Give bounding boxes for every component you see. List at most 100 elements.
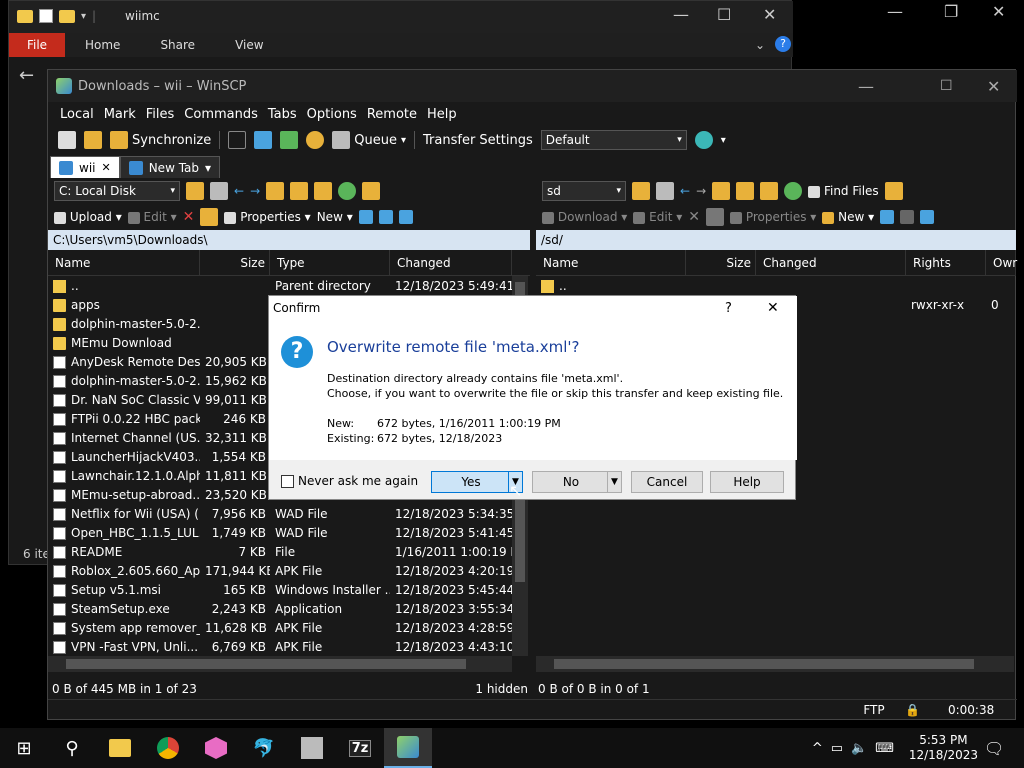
chevron-down-icon[interactable]: ▾ xyxy=(721,135,726,146)
remote-path[interactable]: /sd/ xyxy=(536,230,1016,250)
filter-funnel-icon[interactable] xyxy=(398,210,413,224)
chevron-down-icon[interactable]: ▾ xyxy=(81,11,86,22)
select-minus-icon[interactable] xyxy=(900,210,915,224)
taskbar-7zip[interactable]: 7z xyxy=(336,728,384,768)
delete-icon[interactable]: ✕ xyxy=(688,209,700,225)
local-horizontal-scrollbar[interactable] xyxy=(48,656,512,672)
ribbon-file-tab[interactable]: File xyxy=(9,33,65,57)
back-icon[interactable]: ← xyxy=(680,184,690,198)
taskbar-clock[interactable]: 5:53 PM 12/18/2023 xyxy=(909,733,978,763)
column-name[interactable]: Name xyxy=(48,250,200,275)
home-icon[interactable] xyxy=(314,182,333,200)
column-owner[interactable]: Owr xyxy=(986,250,1017,275)
tab-wii[interactable]: wii ✕ xyxy=(50,156,120,178)
notifications-icon[interactable]: 🗨 xyxy=(984,739,1004,758)
new-button[interactable]: New ▾ xyxy=(317,210,353,224)
root-dir-icon[interactable] xyxy=(290,182,309,200)
menu-local[interactable]: Local xyxy=(60,107,94,122)
ribbon-expand-icon[interactable]: ⌄ xyxy=(755,38,765,52)
start-button[interactable]: ⊞ xyxy=(0,728,48,768)
bg-minimize-icon[interactable]: — xyxy=(887,2,903,21)
menu-options[interactable]: Options xyxy=(307,107,357,122)
keyboard-icon[interactable]: ⌨ xyxy=(875,741,894,756)
select-minus-icon[interactable] xyxy=(378,210,393,224)
scroll-thumb[interactable] xyxy=(554,659,974,669)
back-arrow-icon[interactable]: ← xyxy=(19,65,34,86)
minimize-icon[interactable]: — xyxy=(858,77,874,96)
refresh-icon[interactable] xyxy=(338,182,357,200)
synchronize-button[interactable]: Synchronize xyxy=(110,131,211,149)
filter-icon[interactable] xyxy=(210,182,228,200)
no-button[interactable]: No ▼ xyxy=(532,471,622,493)
open-folder-icon[interactable] xyxy=(186,182,204,200)
download-button[interactable]: Download ▾ xyxy=(542,210,627,224)
tray-overflow-icon[interactable]: ^ xyxy=(812,741,823,756)
table-row[interactable]: Roblox_2.605.660_Ap... 171,944 KB APK File… xyxy=(48,561,530,580)
edit-button[interactable]: Edit ▾ xyxy=(633,210,682,224)
local-drive-select[interactable]: C: Local Disk ▾ xyxy=(54,181,180,201)
remote-dir-select[interactable]: sd ▾ xyxy=(542,181,626,201)
menu-tabs[interactable]: Tabs xyxy=(268,107,297,122)
column-rights[interactable]: Rights xyxy=(906,250,986,275)
table-row[interactable]: README 7 KB File 1/16/2011 1:00:19 PM xyxy=(48,542,530,561)
console-icon[interactable] xyxy=(58,131,76,149)
back-icon[interactable]: ← xyxy=(234,184,244,198)
remote-horizontal-scrollbar[interactable] xyxy=(536,656,1014,672)
table-row[interactable]: .. xyxy=(536,276,1016,295)
select-plus-icon[interactable] xyxy=(880,210,895,224)
hidden-count[interactable]: 1 hidden xyxy=(475,682,528,696)
cancel-button[interactable]: Cancel xyxy=(631,471,703,493)
select-plus-icon[interactable] xyxy=(358,210,373,224)
never-ask-checkbox[interactable]: Never ask me again xyxy=(281,474,418,488)
open-folder-icon[interactable] xyxy=(632,182,650,200)
rename-icon[interactable] xyxy=(705,208,724,226)
bg-restore-icon[interactable]: ❐ xyxy=(944,2,958,21)
queue-button[interactable]: Queue ▾ xyxy=(332,131,406,149)
column-changed[interactable]: Changed xyxy=(390,250,512,275)
close-icon[interactable]: ✕ xyxy=(763,5,776,24)
new-button[interactable]: New ▾ xyxy=(822,210,874,224)
bookmarks-icon[interactable] xyxy=(884,182,903,200)
search-button[interactable]: ⚲ xyxy=(48,728,96,768)
column-size[interactable]: Size xyxy=(200,250,270,275)
table-row[interactable]: .. Parent directory 12/18/2023 5:49:41 PM xyxy=(48,276,530,295)
table-row[interactable]: System app remover_... 11,628 KB APK File 1… xyxy=(48,618,530,637)
column-changed[interactable]: Changed xyxy=(756,250,906,275)
close-tab-icon[interactable]: ✕ xyxy=(101,161,110,174)
parent-dir-icon[interactable] xyxy=(712,182,731,200)
filter-icon[interactable] xyxy=(656,182,674,200)
menu-commands[interactable]: Commands xyxy=(184,107,258,122)
taskbar-app-gray[interactable] xyxy=(288,728,336,768)
table-row[interactable]: Netflix for Wii (USA) (... 7,956 KB WAD Fi… xyxy=(48,504,530,523)
properties-button[interactable]: Properties ▾ xyxy=(224,210,311,224)
taskbar-app-hex[interactable] xyxy=(192,728,240,768)
quick-access-toolbar[interactable]: ▾ | xyxy=(17,9,96,23)
column-name[interactable]: Name xyxy=(536,250,686,275)
taskbar-file-explorer[interactable] xyxy=(96,728,144,768)
bookmarks-icon[interactable] xyxy=(362,182,381,200)
root-dir-icon[interactable] xyxy=(736,182,755,200)
network-icon[interactable]: ▭ xyxy=(831,741,843,756)
menu-remote[interactable]: Remote xyxy=(367,107,417,122)
column-type[interactable]: Type xyxy=(270,250,390,275)
checkbox-box[interactable] xyxy=(281,474,294,488)
upload-button[interactable]: Upload ▾ xyxy=(54,210,122,224)
refresh-icon[interactable] xyxy=(280,131,299,149)
column-size[interactable]: Size xyxy=(686,250,756,275)
dialog-close-icon[interactable]: ✕ xyxy=(767,300,779,316)
volume-icon[interactable]: 🔈 xyxy=(851,741,867,756)
ribbon-tab-share[interactable]: Share xyxy=(140,38,215,52)
tab-new-tab[interactable]: New Tab ▾ xyxy=(119,156,221,178)
taskbar-chrome[interactable] xyxy=(144,728,192,768)
maximize-icon[interactable]: ☐ xyxy=(940,78,953,94)
scroll-thumb[interactable] xyxy=(66,659,466,669)
ribbon-tab-view[interactable]: View xyxy=(215,38,283,52)
table-row[interactable]: SteamSetup.exe 2,243 KB Application 12/18/2… xyxy=(48,599,530,618)
rename-icon[interactable] xyxy=(200,208,219,226)
maximize-icon[interactable]: ☐ xyxy=(717,5,731,24)
close-icon[interactable]: ✕ xyxy=(987,77,1000,96)
chevron-down-icon[interactable]: ▾ xyxy=(205,161,211,175)
help-icon[interactable]: ? xyxy=(775,36,791,52)
local-path[interactable]: C:\Users\vm5\Downloads\ xyxy=(48,230,530,250)
parent-dir-icon[interactable] xyxy=(266,182,285,200)
